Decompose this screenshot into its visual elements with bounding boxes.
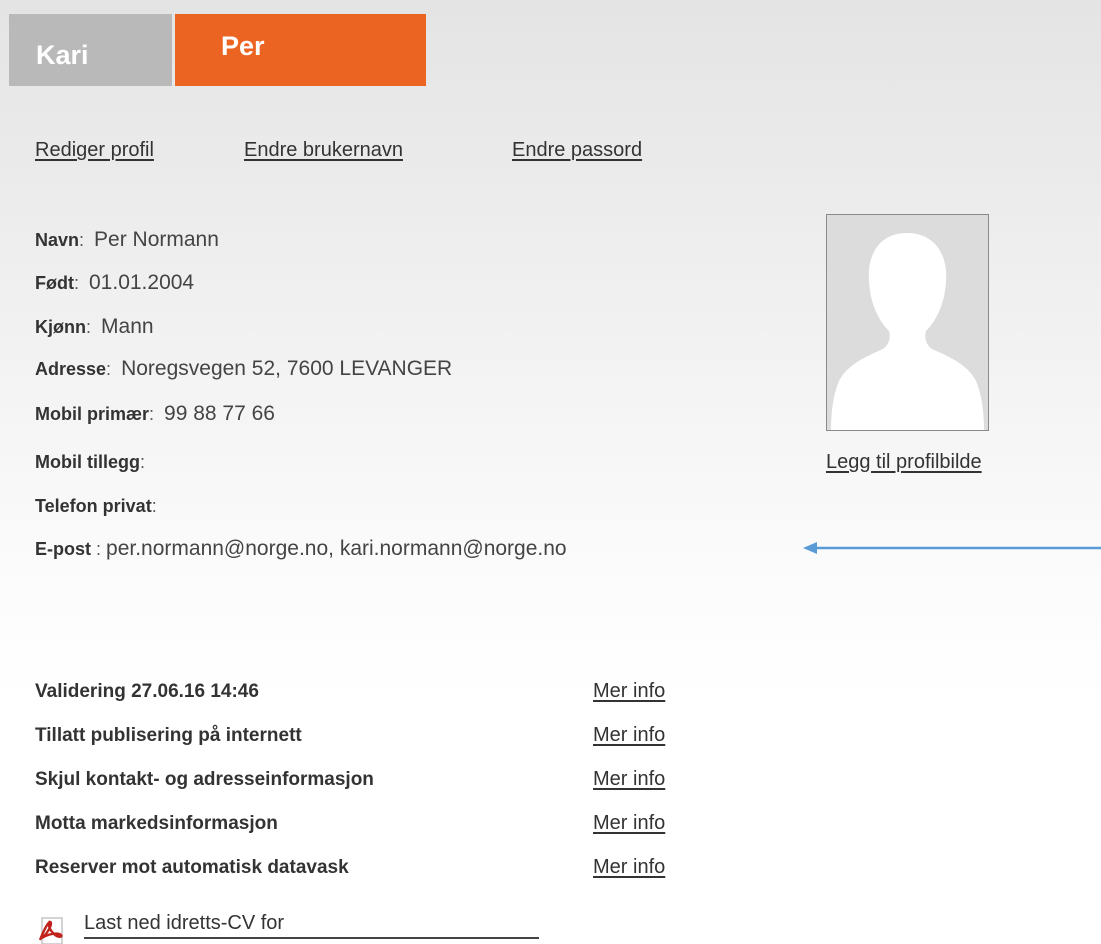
- change-password-link[interactable]: Endre passord: [512, 139, 642, 162]
- download-cv-link[interactable]: Last ned idretts-CV for: [84, 912, 284, 935]
- tab-kari-label: Kari: [36, 40, 89, 70]
- setting-marketing-more-info-link[interactable]: Mer info: [593, 812, 665, 835]
- field-mobile-primary-value: 99 88 77 66: [164, 402, 275, 425]
- tab-per-label: Per: [221, 31, 265, 61]
- field-gender: Kjønn: Mann: [35, 315, 154, 338]
- field-gender-value: Mann: [101, 315, 154, 338]
- setting-hide-contact-more-info-link[interactable]: Mer info: [593, 768, 665, 791]
- pdf-icon: [38, 917, 63, 944]
- download-cv-underline: [84, 937, 539, 939]
- change-username-link[interactable]: Endre brukernavn: [244, 139, 403, 162]
- silhouette-icon: [827, 215, 988, 430]
- field-address-label: Adresse: [35, 359, 107, 379]
- field-born-value: 01.01.2004: [89, 271, 195, 294]
- field-address: Adresse: Noregsvegen 52, 7600 LEVANGER: [35, 357, 453, 380]
- setting-reserve-datavask-more-info-link[interactable]: Mer info: [593, 856, 665, 879]
- arrow-left-icon: [803, 542, 1101, 554]
- setting-reserve-datavask: Reserver mot automatisk datavask: [35, 857, 349, 878]
- setting-validation: Validering 27.06.16 14:46: [35, 681, 259, 702]
- field-gender-label: Kjønn: [35, 317, 86, 337]
- field-born-label: Født: [35, 273, 74, 293]
- tab-kari[interactable]: Kari: [9, 14, 172, 86]
- field-email: E-post : per.normann@norge.no, kari.norm…: [35, 537, 567, 560]
- field-email-value: per.normann@norge.no, kari.normann@norge…: [106, 537, 567, 560]
- field-name: Navn: Per Normann: [35, 228, 219, 251]
- edit-profile-link[interactable]: Rediger profil: [35, 139, 154, 162]
- field-phone-private: Telefon privat:: [35, 496, 157, 516]
- field-mobile-primary-label: Mobil primær: [35, 404, 150, 424]
- add-profile-picture-link[interactable]: Legg til profilbilde: [826, 451, 982, 474]
- setting-hide-contact: Skjul kontakt- og adresseinformasjon: [35, 769, 374, 790]
- setting-validation-more-info-link[interactable]: Mer info: [593, 680, 665, 703]
- field-phone-private-label: Telefon privat: [35, 496, 152, 516]
- field-mobile-extra: Mobil tillegg:: [35, 452, 146, 472]
- field-born: Født: 01.01.2004: [35, 271, 195, 294]
- field-email-label: E-post: [35, 539, 91, 559]
- setting-allow-publishing-more-info-link[interactable]: Mer info: [593, 724, 665, 747]
- field-mobile-primary: Mobil primær: 99 88 77 66: [35, 402, 275, 425]
- field-mobile-extra-label: Mobil tillegg: [35, 452, 140, 472]
- field-name-label: Navn: [35, 230, 80, 250]
- field-address-value: Noregsvegen 52, 7600 LEVANGER: [121, 357, 453, 380]
- setting-marketing: Motta markedsinformasjon: [35, 813, 278, 834]
- setting-allow-publishing: Tillatt publisering på internett: [35, 725, 302, 746]
- profile-picture[interactable]: [826, 214, 989, 431]
- tab-per[interactable]: Per: [175, 14, 426, 86]
- field-name-value: Per Normann: [94, 228, 219, 251]
